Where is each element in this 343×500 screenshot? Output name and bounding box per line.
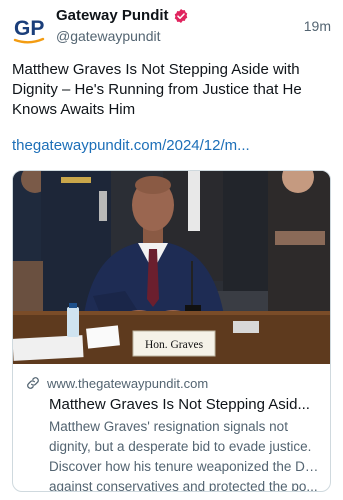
card-description-line: Matthew Graves' resignation signals not (49, 419, 288, 434)
nameplate-text: Hon. Graves (145, 339, 204, 351)
author-handle[interactable]: @gatewaypundit (56, 28, 161, 44)
card-domain-row: www.thegatewaypundit.com (25, 374, 320, 392)
post-timestamp[interactable]: 19m (304, 18, 331, 34)
gateway-pundit-logo: GP (13, 17, 44, 44)
card-description: Matthew Graves' resignation signals not … (49, 417, 319, 492)
card-meta: www.thegatewaypundit.com Matthew Graves … (13, 364, 330, 492)
verified-badge-icon (173, 8, 189, 24)
card-domain: www.thegatewaypundit.com (47, 375, 209, 391)
post[interactable]: GP Gateway Pundit @gatewaypundit 19m Mat… (0, 0, 343, 500)
svg-text:GP: GP (14, 17, 44, 40)
author-name[interactable]: Gateway Pundit (56, 7, 169, 24)
card-image[interactable]: Hon. Graves (13, 171, 330, 364)
post-link[interactable]: thegatewaypundit.com/2024/12/m... (12, 137, 250, 154)
post-text: Matthew Graves Is Not Stepping Aside wit… (12, 61, 302, 118)
card-description-line: Discover how his tenure weaponized the D… (49, 459, 319, 474)
avatar[interactable]: GP (12, 10, 46, 44)
card-title[interactable]: Matthew Graves Is Not Stepping Asid... (49, 395, 319, 414)
link-preview-card[interactable]: Hon. Graves www.thegatewaypundit.com Mat… (12, 170, 331, 492)
card-description-line: against conservatives and protected the … (49, 479, 318, 492)
author-row: Gateway Pundit (56, 7, 189, 24)
link-icon (25, 375, 41, 391)
card-description-line: dignity, but a desperate bid to evade ju… (49, 439, 312, 454)
